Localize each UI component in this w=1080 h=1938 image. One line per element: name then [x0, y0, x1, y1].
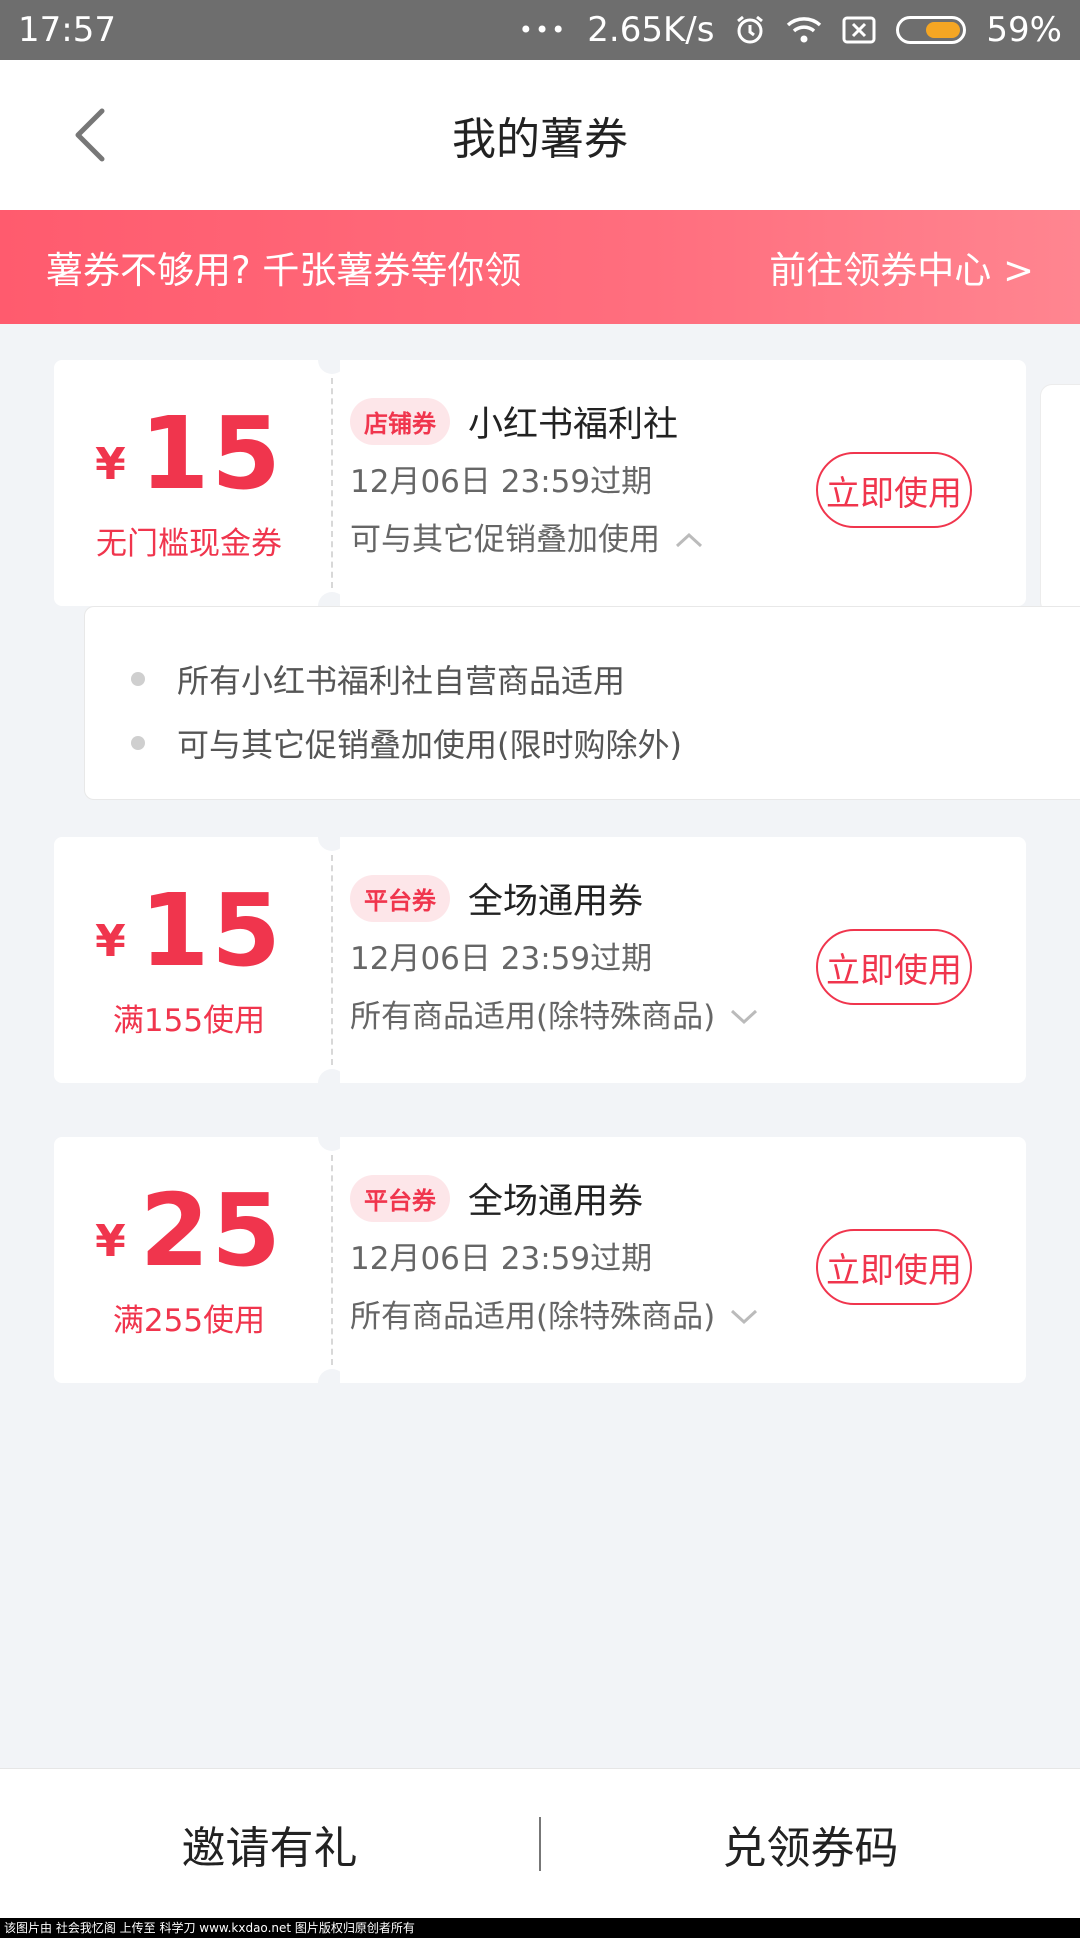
status-bar: 17:57 ••• 2.65K/s 59% [0, 0, 1080, 60]
currency-symbol: ¥ [95, 438, 126, 490]
coupon-center-link[interactable]: 前往领券中心 > [769, 240, 1034, 294]
bottom-action-bar: 邀请有礼 兑领券码 [0, 1768, 1080, 1918]
coupon-description: 所有商品适用(除特殊商品) [350, 999, 716, 1035]
use-now-button[interactable]: 立即使用 [816, 452, 972, 528]
coupon-info-panel: 平台券 全场通用券 12月06日 23:59过期 所有商品适用(除特殊商品) 立… [340, 837, 1026, 1083]
coupon-type-badge: 店铺券 [350, 397, 450, 445]
coupon-name: 全场通用券 [468, 881, 644, 922]
chevron-down-icon[interactable] [729, 1308, 759, 1326]
back-button[interactable] [60, 105, 120, 165]
details-text: 所有小红书福利社自营商品适用 [177, 662, 626, 700]
status-right: ••• 2.65K/s 59% [519, 10, 1062, 50]
details-item: 可与其它促销叠加使用(限时购除外) [131, 711, 1080, 775]
alarm-icon [734, 14, 766, 46]
chevron-down-icon[interactable] [729, 1008, 759, 1026]
battery-fill [926, 22, 961, 38]
coupon-amount: ¥ 15 [95, 394, 283, 512]
status-time: 17:57 [18, 10, 116, 50]
status-dots: ••• [518, 16, 568, 44]
wifi-icon [786, 15, 822, 45]
coupon-type-badge: 平台券 [350, 1174, 450, 1222]
coupon-condition: 无门槛现金券 [96, 525, 282, 562]
coupon-card: ¥ 15 无门槛现金券 店铺券 小红书福利社 12月06日 23:59过期 可与… [54, 346, 1026, 620]
coupon-value-panel: ¥ 25 满255使用 [54, 1137, 324, 1383]
currency-symbol: ¥ [95, 915, 126, 967]
redeem-code-button[interactable]: 兑领券码 [541, 1812, 1080, 1876]
use-now-button[interactable]: 立即使用 [816, 1229, 972, 1305]
currency-symbol: ¥ [95, 1215, 126, 1267]
coupon-name: 全场通用券 [468, 1181, 644, 1222]
battery-icon [896, 16, 967, 44]
amount-value: 15 [139, 394, 283, 512]
chevron-up-icon[interactable] [674, 531, 704, 549]
coupon-amount: ¥ 25 [95, 1171, 283, 1289]
use-now-button[interactable]: 立即使用 [816, 929, 972, 1005]
coupon-details-panel: 所有小红书福利社自营商品适用 可与其它促销叠加使用(限时购除外) [84, 606, 1080, 800]
coupon-info-panel: 平台券 全场通用券 12月06日 23:59过期 所有商品适用(除特殊商品) 立… [340, 1137, 1026, 1383]
coupon-card: ¥ 15 满155使用 平台券 全场通用券 12月06日 23:59过期 所有商… [54, 823, 1026, 1097]
watermark-text: 该图片由 社会我忆阁 上传至 科学刀 www.kxdao.net 图片版权归原创… [0, 1918, 1080, 1938]
network-speed: 2.65K/s [587, 10, 715, 50]
coupon-value-panel: ¥ 15 满155使用 [54, 837, 324, 1083]
nav-header: 我的薯券 [0, 60, 1080, 210]
details-text: 可与其它促销叠加使用(限时购除外) [177, 726, 682, 764]
coupon-condition: 满155使用 [112, 1002, 266, 1039]
amount-value: 25 [139, 1171, 283, 1289]
bullet-icon [131, 672, 145, 686]
page-title: 我的薯券 [452, 114, 628, 165]
sim-off-icon [842, 15, 876, 45]
coupon-amount: ¥ 15 [95, 871, 283, 989]
promo-banner[interactable]: 薯券不够用? 千张薯券等你领 前往领券中心 > [0, 210, 1080, 324]
invite-button[interactable]: 邀请有礼 [0, 1812, 539, 1876]
bullet-icon [131, 736, 145, 750]
card-shadow-edge [1040, 384, 1080, 614]
coupon-condition: 满255使用 [112, 1302, 266, 1339]
coupon-divider [318, 346, 346, 620]
coupon-divider [318, 823, 346, 1097]
coupon-info-panel: 店铺券 小红书福利社 12月06日 23:59过期 可与其它促销叠加使用 立即使… [340, 360, 1026, 606]
details-item: 所有小红书福利社自营商品适用 [131, 647, 1080, 711]
coupon-card: ¥ 25 满255使用 平台券 全场通用券 12月06日 23:59过期 所有商… [54, 1123, 1026, 1397]
coupon-divider [318, 1123, 346, 1397]
coupon-type-badge: 平台券 [350, 874, 450, 922]
chevron-left-icon [75, 108, 105, 162]
amount-value: 15 [139, 871, 283, 989]
banner-text: 薯券不够用? 千张薯券等你领 [46, 249, 522, 292]
coupon-value-panel: ¥ 15 无门槛现金券 [54, 360, 324, 606]
coupon-name: 小红书福利社 [468, 404, 679, 445]
coupon-description: 所有商品适用(除特殊商品) [350, 1299, 716, 1335]
battery-percent: 59% [986, 10, 1062, 50]
coupon-description: 可与其它促销叠加使用 [350, 522, 660, 558]
